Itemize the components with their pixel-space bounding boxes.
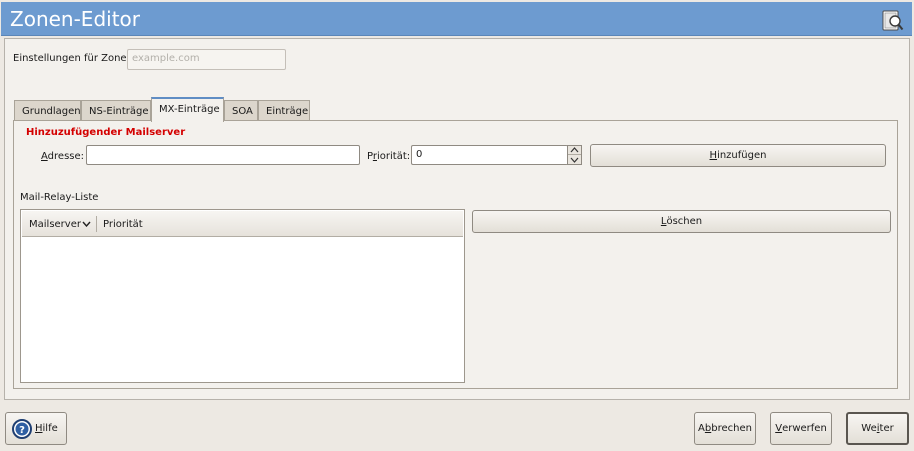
window-title: Zonen-Editor <box>10 7 140 31</box>
help-book-icon[interactable] <box>882 10 904 31</box>
column-header-mailserver[interactable]: Mailserver <box>29 219 81 230</box>
address-input[interactable] <box>86 145 360 165</box>
tab-eintraege[interactable]: Einträge <box>258 100 310 121</box>
relay-list-label: Mail-Relay-Liste <box>20 192 99 203</box>
spin-down-icon[interactable] <box>568 155 581 164</box>
relay-table[interactable]: Mailserver Priorität <box>20 209 465 383</box>
table-header: Mailserver Priorität <box>22 211 463 237</box>
address-label: Adresse: <box>41 151 85 162</box>
delete-button[interactable]: Löschen <box>472 210 891 233</box>
next-button[interactable]: We i ter <box>846 412 909 445</box>
chevron-down-icon[interactable] <box>82 221 91 227</box>
column-separator <box>96 216 97 232</box>
discard-button[interactable]: Verwerfen <box>770 412 832 445</box>
title-bar: Zonen-Editor <box>1 2 912 36</box>
cancel-button[interactable]: Ab brechen <box>694 412 756 445</box>
zone-input[interactable]: example.com <box>127 49 286 70</box>
column-header-prioritaet[interactable]: Priorität <box>103 219 143 230</box>
priority-label: Priorität: <box>367 151 411 162</box>
section-title-mailserver: Hinzuzufügender Mailserver <box>26 127 186 138</box>
tab-ns-eintraege[interactable]: NS-Einträge <box>81 100 151 121</box>
priority-input[interactable]: 0 <box>411 145 568 165</box>
tab-grundlagen[interactable]: Grundlagen <box>14 100 81 121</box>
tab-mx-eintraege[interactable]: MX-Einträge <box>151 97 224 122</box>
svg-text:?: ? <box>19 425 25 436</box>
help-icon: ? <box>12 418 32 439</box>
tab-soa[interactable]: SOA <box>224 100 258 121</box>
priority-spinner[interactable] <box>567 145 582 165</box>
help-button[interactable]: ? Hilfe <box>5 412 67 445</box>
spin-up-icon[interactable] <box>568 146 581 155</box>
add-button[interactable]: Hinzufügen <box>590 144 886 167</box>
zone-label: Einstellungen für Zone <box>13 53 127 64</box>
